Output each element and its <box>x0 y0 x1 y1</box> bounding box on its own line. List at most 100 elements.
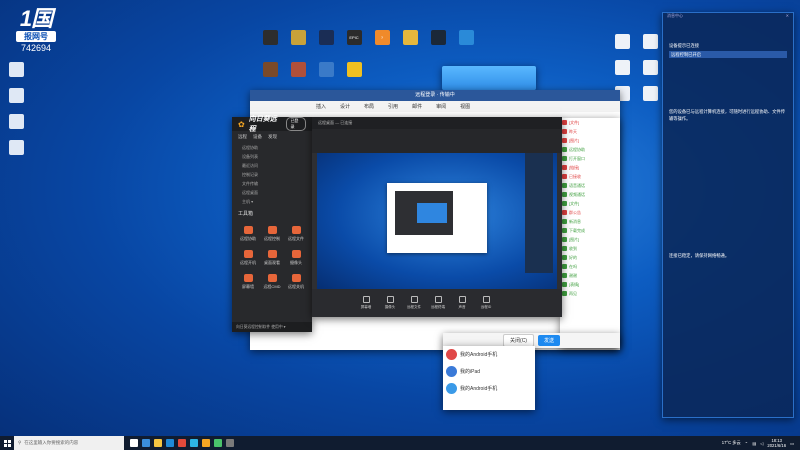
remote-tab[interactable]: 发现 <box>268 134 277 140</box>
list-item[interactable]: [表情] <box>560 280 620 289</box>
viewer-tool[interactable]: 远程文件 <box>404 296 424 310</box>
toolbox-item[interactable]: 屏幕墙 <box>236 271 260 293</box>
list-item[interactable]: [图片] <box>560 235 620 244</box>
remote-list-item[interactable]: 远程协助 <box>232 143 312 152</box>
device-row[interactable]: 我的iPad <box>443 363 535 380</box>
chat-list[interactable]: [文件] 昨天 [图片] 远程协助 打开窗口 [链接] 已接收 语音通话 视频通话 [文件] 群公告… <box>560 118 620 348</box>
desktop-icon[interactable] <box>256 30 284 56</box>
list-item[interactable]: 语音通话 <box>560 181 620 190</box>
toolbox-item[interactable]: 摄像头 <box>284 247 308 269</box>
ribbon-tab[interactable]: 邮件 <box>412 103 422 110</box>
desktop-icon[interactable] <box>312 62 340 88</box>
toolbox-item[interactable]: 远程协助 <box>236 223 260 245</box>
list-item[interactable]: [图片] <box>560 136 620 145</box>
device-row[interactable]: 我的Android手机 <box>443 380 535 397</box>
notification-icon[interactable]: ▭ <box>790 441 794 446</box>
app-icon[interactable] <box>226 439 234 447</box>
ribbon-tab[interactable]: 插入 <box>316 103 326 110</box>
desktop-icon[interactable] <box>2 88 30 114</box>
clock[interactable]: 18:13 2021/6/16 <box>767 438 786 448</box>
ribbon-tab[interactable]: 视图 <box>460 103 470 110</box>
desktop-icon[interactable] <box>452 30 480 56</box>
network-icon[interactable]: ▤ <box>752 441 756 446</box>
remote-list-item[interactable]: 远程桌面 <box>232 188 312 197</box>
close-icon[interactable]: ✕ <box>786 13 789 22</box>
desktop-icon[interactable] <box>256 62 284 88</box>
device-list-window[interactable]: 我的Android手机 我的iPad 我的Android手机 <box>443 346 535 410</box>
start-button[interactable] <box>0 436 14 450</box>
device-row[interactable]: 我的Android手机 <box>443 346 535 363</box>
remote-list-item[interactable]: 文件传输 <box>232 179 312 188</box>
desktop-icon[interactable] <box>608 60 636 86</box>
qq-window-header[interactable] <box>442 66 536 90</box>
list-item[interactable]: [文件] <box>560 199 620 208</box>
list-item[interactable]: 视频通话 <box>560 190 620 199</box>
list-item[interactable]: 打开窗口 <box>560 154 620 163</box>
desktop-icon[interactable] <box>284 30 312 56</box>
viewer-tool[interactable]: 屏幕墙 <box>356 296 376 310</box>
sunflower-icon[interactable] <box>202 439 210 447</box>
toolbox-item[interactable]: 远程文件 <box>284 223 308 245</box>
store-icon[interactable] <box>166 439 174 447</box>
list-item[interactable]: [文件] <box>560 118 620 127</box>
remote-list-item[interactable]: 最近访问 <box>232 161 312 170</box>
ribbon-tab[interactable]: 引用 <box>388 103 398 110</box>
chevron-up-icon[interactable]: ⌃ <box>745 441 749 446</box>
toolbox-item[interactable]: 远程CMD <box>260 271 284 293</box>
weather-text[interactable]: 17°C 多云 <box>722 440 741 446</box>
desktop-icon[interactable] <box>636 60 664 86</box>
send-button[interactable]: 发送 <box>537 335 560 346</box>
remote-list-item[interactable]: 设备列表 <box>232 152 312 161</box>
viewer-tool[interactable]: 远程ID <box>476 296 496 310</box>
desktop-icon[interactable] <box>424 30 452 56</box>
remote-viewer[interactable]: 远程桌面 — 已连接 屏幕墙 摄像头 远程文件 远程终端 声音 远程ID <box>312 117 562 317</box>
remote-list-item[interactable]: 控制记录 <box>232 170 312 179</box>
task-view-icon[interactable] <box>130 439 138 447</box>
list-item[interactable]: 谢谢 <box>560 271 620 280</box>
folder-icon[interactable] <box>154 439 162 447</box>
qq-icon[interactable] <box>190 439 198 447</box>
ribbon-tab[interactable]: 布局 <box>364 103 374 110</box>
list-item[interactable]: 昨天 <box>560 127 620 136</box>
remote-screen[interactable] <box>317 153 557 289</box>
remote-app-sidebar[interactable]: ✿ 向日葵远程 已登录 远程 设备 发现 远程协助 设备列表 最近访问 控制记录 文件传输远… <box>232 116 312 332</box>
volume-icon[interactable]: ◁ <box>760 441 763 446</box>
desktop-icon[interactable] <box>608 34 636 60</box>
viewer-tool[interactable]: 远程终端 <box>428 296 448 310</box>
list-item[interactable]: 已接收 <box>560 172 620 181</box>
list-item[interactable]: 远程协助 <box>560 145 620 154</box>
list-item[interactable]: 新消息 <box>560 217 620 226</box>
list-item[interactable]: 群公告 <box>560 208 620 217</box>
list-item[interactable]: 在吗 <box>560 262 620 271</box>
desktop-icon[interactable] <box>2 114 30 140</box>
toolbox-item[interactable]: 远程关机 <box>284 271 308 293</box>
ribbon-tab[interactable]: 设计 <box>340 103 350 110</box>
toolbox-item[interactable]: 桌面观看 <box>260 247 284 269</box>
list-item[interactable]: 收到 <box>560 244 620 253</box>
desktop-icon[interactable] <box>636 86 664 112</box>
list-item[interactable]: [链接] <box>560 163 620 172</box>
list-item[interactable]: 下载完成 <box>560 226 620 235</box>
desktop-icon[interactable] <box>2 62 30 88</box>
desktop-icon[interactable] <box>312 30 340 56</box>
desktop-icon[interactable] <box>396 30 424 56</box>
list-item[interactable]: 好的 <box>560 253 620 262</box>
toolbox-item[interactable]: 远程控制 <box>260 223 284 245</box>
remote-tab[interactable]: 远程 <box>238 134 247 140</box>
remote-tab[interactable]: 设备 <box>253 134 262 140</box>
viewer-tool[interactable]: 摄像头 <box>380 296 400 310</box>
toolbox-item[interactable]: 远程开机 <box>236 247 260 269</box>
desktop-icon[interactable] <box>284 62 312 88</box>
list-item[interactable]: 再见 <box>560 289 620 298</box>
notification-panel[interactable]: 消息中心 ✕ 设备提示已连接 远程控制已开启 您的设备已与远程计算机连接，可随时… <box>662 12 794 418</box>
taskbar-search[interactable]: ⚲ 在这里输入你要搜索的内容 <box>14 436 124 450</box>
desktop-icon[interactable]: ? <box>368 30 396 56</box>
desktop-icon[interactable] <box>2 140 30 166</box>
login-status[interactable]: 已登录 <box>286 117 306 131</box>
app-icon[interactable] <box>178 439 186 447</box>
remote-list-item[interactable]: 主机 ▾ <box>232 197 312 206</box>
ribbon-tab[interactable]: 审阅 <box>436 103 446 110</box>
desktop-icon[interactable]: EPIC <box>340 30 368 56</box>
edge-icon[interactable] <box>142 439 150 447</box>
desktop-icon[interactable] <box>636 34 664 60</box>
